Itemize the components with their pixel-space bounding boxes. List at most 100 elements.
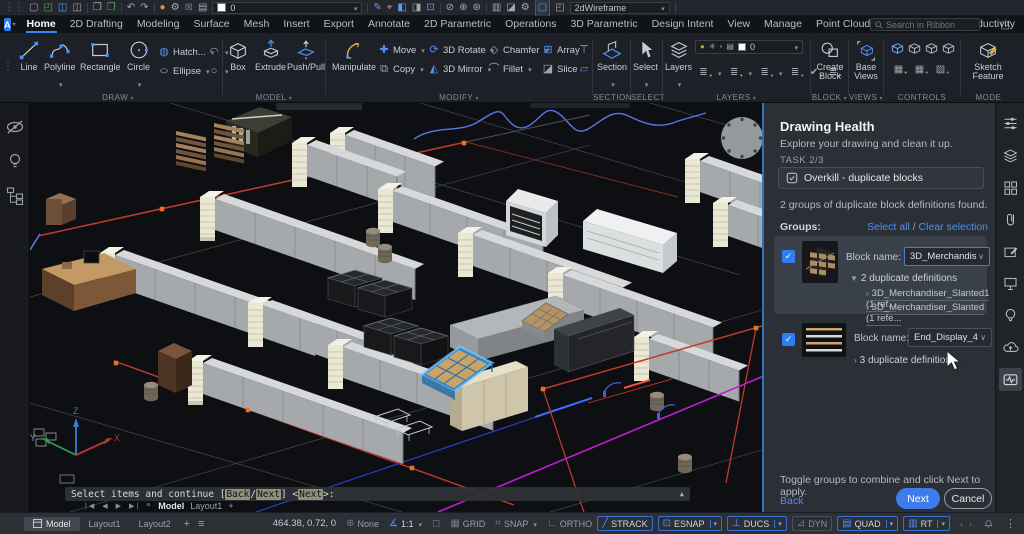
chevron-down-icon[interactable]	[716, 63, 722, 81]
settings-gear-icon[interactable]: ⚙	[521, 0, 530, 16]
command-history-arrow-icon[interactable]: ▲	[680, 490, 684, 498]
publish-icon[interactable]: ❒	[107, 0, 116, 16]
chevron-down-icon[interactable]	[416, 519, 422, 529]
statusbar-tab-layout1[interactable]: Layout1	[80, 517, 130, 531]
polyline-button[interactable]: Polyline	[44, 39, 76, 92]
orbit-icon[interactable]: ⊘	[446, 0, 454, 16]
tab-modeling[interactable]: Modeling	[130, 16, 187, 33]
sketch-feature-button[interactable]: Sketch Feature	[969, 39, 1007, 81]
command-option-next[interactable]: Next	[256, 489, 281, 500]
open-file-icon[interactable]: ◰	[43, 0, 52, 16]
chevron-down-icon[interactable]	[643, 74, 649, 92]
layers-panel-icon[interactable]	[999, 144, 1022, 167]
prev-tab-icon[interactable]: ◀	[102, 502, 109, 510]
group-checkbox[interactable]	[782, 250, 795, 263]
clear-selection-link[interactable]: Clear selection	[919, 221, 988, 233]
save-icon[interactable]: ◫	[58, 0, 67, 16]
manipulate-button[interactable]: Manipulate	[332, 39, 376, 72]
chevron-down-icon[interactable]: ▾	[710, 520, 718, 528]
layers-button[interactable]: Layers	[665, 39, 692, 92]
pushpull-button[interactable]: Push/Pull	[287, 39, 325, 72]
scroll-right-icon[interactable]: ›	[969, 519, 972, 529]
quad-toggle[interactable]: ▤QUAD ▾	[837, 516, 898, 531]
command-option-back[interactable]: Back	[225, 489, 250, 500]
barrel[interactable]	[144, 382, 158, 401]
block-name-dropdown[interactable]: End_Display_4x2_Bott ∨	[908, 328, 992, 347]
ellipse-button[interactable]: ○Ellipse	[158, 64, 214, 79]
tab-list-icon[interactable]: ≡	[146, 502, 152, 509]
group-label-block[interactable]: BLOCK	[811, 93, 848, 102]
control-cube-icon[interactable]	[890, 41, 905, 56]
ribbon-options-icon[interactable]: ◳	[1001, 18, 1010, 34]
cancel-button[interactable]: Cancel	[944, 488, 992, 509]
annotation-scale-control[interactable]: ⊕ None	[346, 519, 379, 529]
tab-home[interactable]: Home	[20, 16, 63, 33]
properties-sliders-icon[interactable]	[999, 112, 1022, 135]
dyn-toggle[interactable]: ⊿DYN	[792, 516, 832, 531]
tour-balloon-icon[interactable]	[999, 304, 1022, 327]
viewport-icon[interactable]: ◰	[555, 0, 564, 16]
undo-icon[interactable]: ↶	[127, 0, 135, 16]
tab-2d-drafting[interactable]: 2D Drafting	[63, 16, 130, 33]
group-label-mode[interactable]: MODE	[961, 93, 1016, 102]
block-name-dropdown[interactable]: 3D_Merchandiser_Sla ∨	[904, 247, 990, 266]
layer-off-icon[interactable]: ≣•	[728, 67, 741, 78]
create-block-button[interactable]: Create Block	[813, 39, 847, 81]
strack-toggle[interactable]: ╱STRACK	[597, 516, 653, 531]
layer-print-icon[interactable]: ▤	[198, 0, 207, 16]
command-default-option[interactable]: Next	[298, 489, 323, 500]
control-cube-icon[interactable]	[941, 41, 956, 56]
scroll-left-icon[interactable]: ‹	[960, 519, 963, 529]
pallet-stack[interactable]	[176, 131, 206, 171]
chevron-down-icon[interactable]	[136, 74, 142, 92]
slice-button[interactable]: ◪Slice	[542, 62, 580, 77]
chevron-down-icon[interactable]	[609, 74, 615, 92]
ortho-toggle[interactable]: ∟ORTHO	[547, 519, 592, 529]
fillet-button[interactable]: ⌒Fillet	[488, 62, 548, 77]
group-checkbox[interactable]	[782, 333, 795, 346]
chevron-down-icon[interactable]	[419, 45, 425, 56]
structure-icon[interactable]: ⊡	[426, 0, 434, 16]
render-mode-icon[interactable]: ⊛	[473, 0, 481, 16]
barrel[interactable]	[678, 454, 692, 473]
annotation-auto-icon[interactable]: ◻	[432, 519, 440, 529]
tab-point-cloud[interactable]: Point Cloud	[809, 16, 877, 33]
chevron-down-icon[interactable]: ▾	[886, 520, 894, 528]
statusbar-tab-model[interactable]: Model	[24, 517, 80, 531]
layer-lock-icon[interactable]: ≣•	[789, 67, 802, 78]
view-cube-icon[interactable]: ⊕	[459, 0, 467, 16]
shelving-rows[interactable]	[100, 127, 762, 464]
expand-duplicates[interactable]: ▼2 duplicate definitions	[850, 273, 957, 284]
rectangle-button[interactable]: Rectangle	[80, 39, 121, 72]
drawing-explorer-icon[interactable]: ▥	[492, 0, 501, 16]
group-label-section[interactable]: SECTION	[593, 93, 630, 102]
bin-crate[interactable]	[394, 328, 448, 365]
hatch-button[interactable]: ◍Hatch...	[158, 45, 214, 60]
flatten-button[interactable]: ▱	[578, 62, 590, 77]
viewport[interactable]: Z X Y Select items and continue [Back/Ne…	[30, 103, 762, 512]
group-label-views[interactable]: VIEWS	[849, 93, 883, 102]
ribbon-search-box[interactable]	[870, 18, 980, 31]
group-label-layers[interactable]: LAYERS	[663, 93, 810, 102]
tab-surface[interactable]: Surface	[186, 16, 236, 33]
statusbar-menu-icon[interactable]: ⋮	[1005, 517, 1016, 530]
control-cube-icon[interactable]	[924, 41, 939, 56]
base-views-button[interactable]: Base Views	[851, 39, 881, 81]
group-label-controls[interactable]: CONTROLS	[884, 93, 960, 102]
next-tab-icon[interactable]: ▶	[116, 502, 123, 510]
box-button[interactable]: Box	[227, 39, 249, 72]
text-tool-button[interactable]: ⊤	[578, 43, 590, 58]
notifications-bell-icon[interactable]	[982, 517, 995, 530]
tab-3d-parametric[interactable]: 3D Parametric	[563, 16, 644, 33]
new-file-icon[interactable]: ▢	[29, 0, 38, 16]
first-tab-icon[interactable]: |◀	[85, 502, 96, 510]
rt-toggle[interactable]: ▥RT ▾	[903, 516, 950, 531]
chevron-down-icon[interactable]: ▾	[13, 21, 16, 28]
preview-icon[interactable]: ❒	[93, 0, 102, 16]
last-tab-icon[interactable]: ▶|	[129, 502, 140, 510]
statusbar-tab-layout2[interactable]: Layout2	[130, 517, 180, 531]
chevron-down-icon[interactable]	[777, 63, 783, 81]
redo-icon[interactable]: ↷	[140, 0, 148, 16]
save-all-icon[interactable]: ◫	[72, 0, 81, 16]
layer-combo[interactable]: 0	[212, 2, 362, 14]
